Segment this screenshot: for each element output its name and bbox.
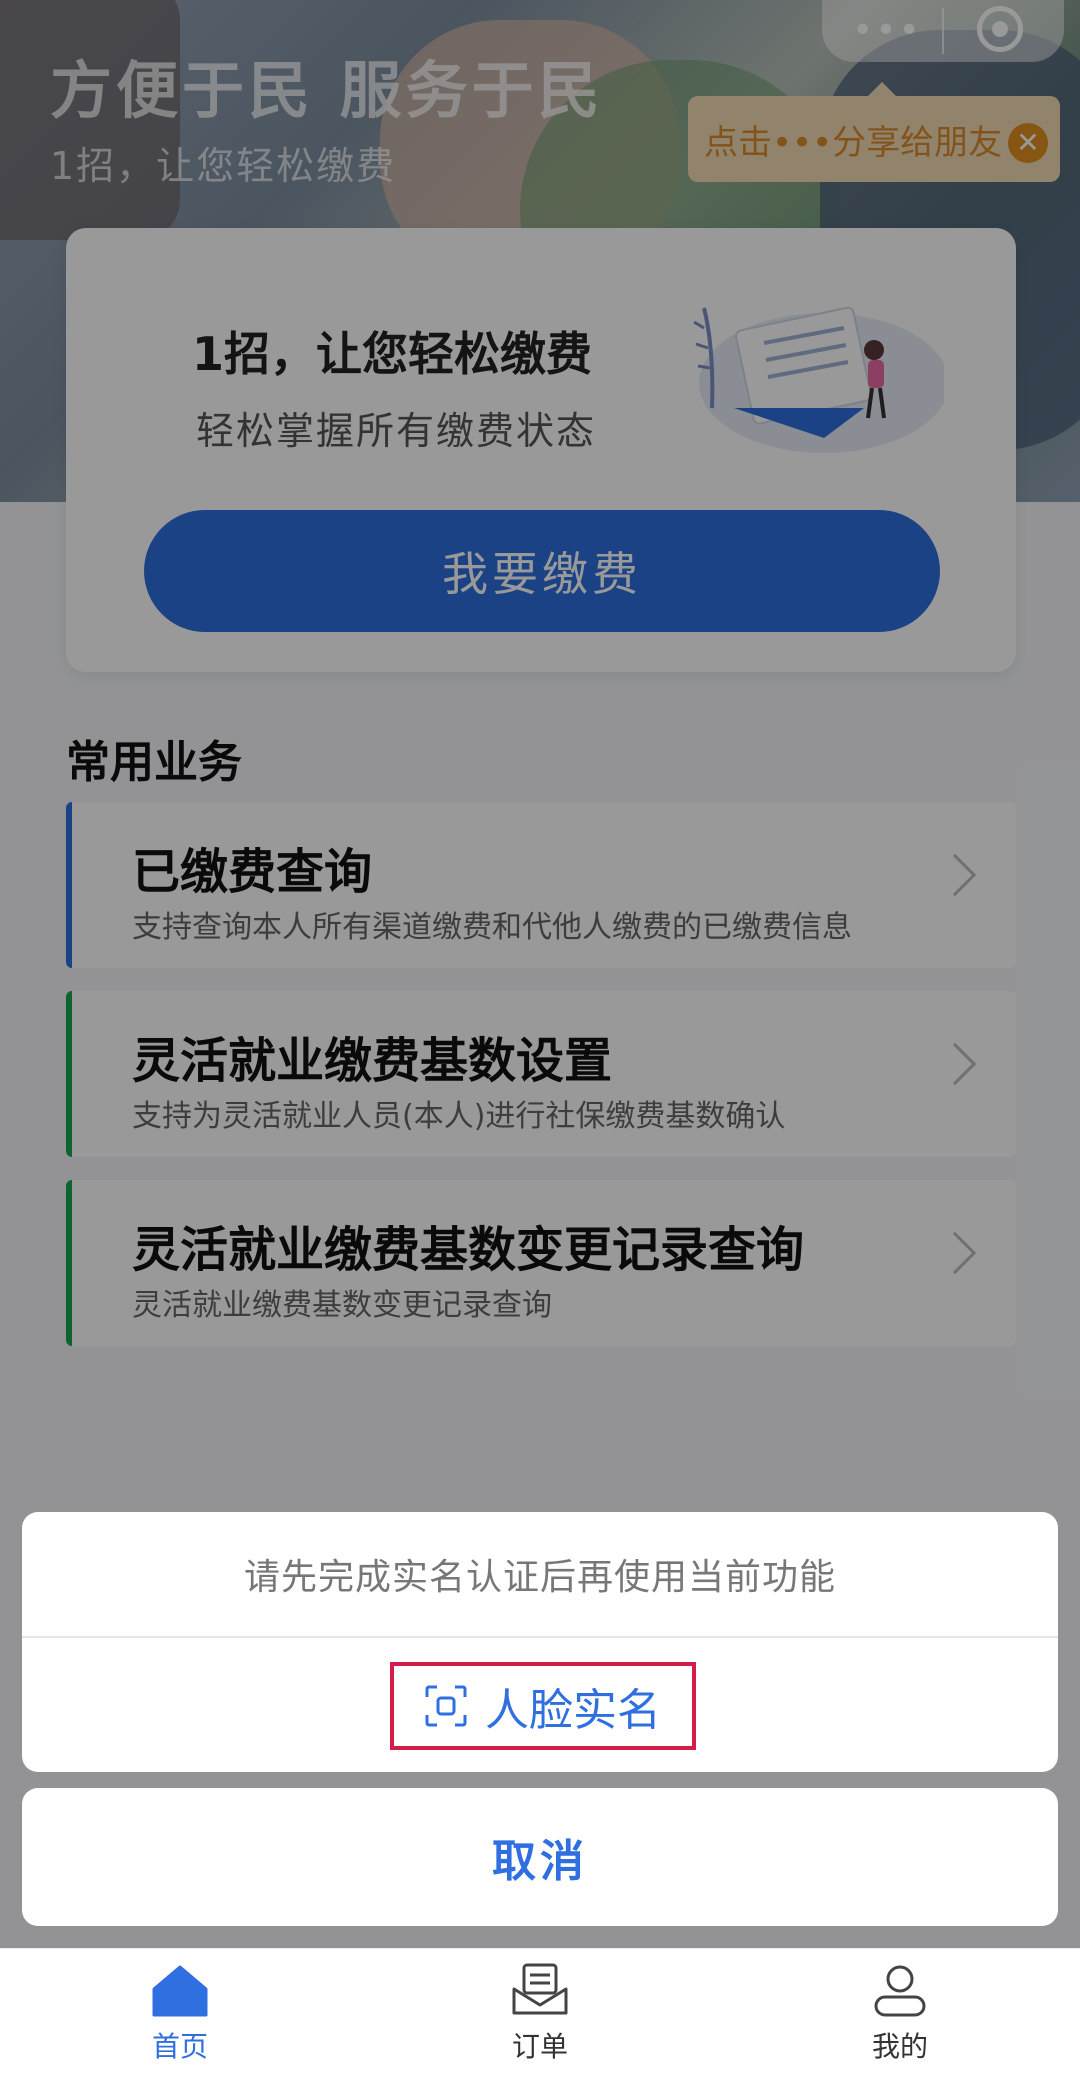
tab-orders[interactable]: 订单 <box>440 1963 640 2065</box>
tab-label: 订单 <box>511 2030 568 2063</box>
tab-label: 我的 <box>871 2030 928 2063</box>
tab-mine[interactable]: 我的 <box>800 1963 1000 2065</box>
tab-home[interactable]: 首页 <box>80 1963 280 2065</box>
cancel-button[interactable]: 取消 <box>22 1788 1058 1926</box>
user-icon <box>874 1965 926 2017</box>
action-sheet: 请先完成实名认证后再使用当前功能 人脸实名 <box>22 1512 1058 1772</box>
face-scan-icon <box>425 1685 467 1727</box>
face-auth-label: 人脸实名 <box>485 1685 661 1736</box>
divider <box>22 1636 1058 1638</box>
tab-label: 首页 <box>151 2030 208 2063</box>
face-auth-button[interactable]: 人脸实名 <box>390 1662 696 1750</box>
order-icon <box>512 1963 568 2015</box>
home-icon <box>152 1965 208 2017</box>
tab-bar: 首页 订单 我的 <box>0 1948 1080 2082</box>
action-sheet-message: 请先完成实名认证后再使用当前功能 <box>243 1557 836 1598</box>
